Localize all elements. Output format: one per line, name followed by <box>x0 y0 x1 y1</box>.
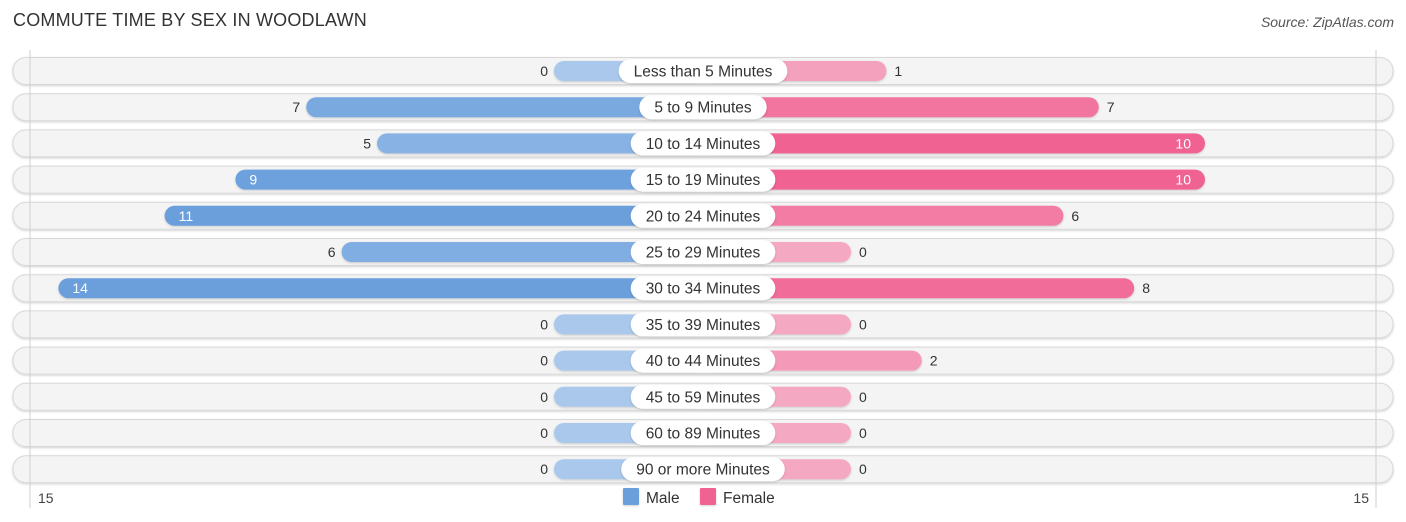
value-label-male: 5 <box>363 135 371 151</box>
value-label-male: 0 <box>540 461 548 477</box>
bar-male <box>58 278 703 299</box>
bar-female <box>703 133 1205 154</box>
rows-layer <box>12 57 1394 484</box>
value-label-male: 7 <box>292 99 300 115</box>
legend-label-male: Male <box>646 490 680 507</box>
value-label-male: 11 <box>179 208 194 224</box>
value-label-male: 0 <box>540 316 548 332</box>
category-label: Less than 5 Minutes <box>634 64 773 81</box>
value-label-male: 9 <box>249 172 257 188</box>
value-label-male: 0 <box>540 353 548 369</box>
bar-male <box>164 205 704 226</box>
value-label-female: 2 <box>930 353 938 369</box>
value-label-female: 0 <box>859 389 867 405</box>
category-label: 20 to 24 Minutes <box>646 208 761 225</box>
category-label: 40 to 44 Minutes <box>646 353 761 370</box>
value-label-female: 8 <box>1142 280 1150 296</box>
value-label-female: 0 <box>859 316 867 332</box>
bar-female <box>703 169 1205 190</box>
value-label-female: 10 <box>1175 172 1191 188</box>
value-label-female: 0 <box>859 461 867 477</box>
value-label-male: 14 <box>72 280 88 296</box>
value-label-female: 1 <box>894 63 902 79</box>
axis-right-label: 15 <box>1353 490 1369 506</box>
value-label-male: 0 <box>540 389 548 405</box>
category-label: 5 to 9 Minutes <box>654 100 752 117</box>
category-label: 60 to 89 Minutes <box>646 426 761 443</box>
marks-layer: 0 1 Less than 5 Minutes 7 7 5 to 9 Minutes 5 10… <box>58 59 1205 482</box>
category-label: 35 to 39 Minutes <box>646 317 761 334</box>
category-label: 30 to 34 Minutes <box>646 281 761 298</box>
value-label-female: 10 <box>1175 135 1191 151</box>
category-label: 90 or more Minutes <box>636 462 770 479</box>
legend-swatch-female <box>700 488 716 505</box>
value-label-male: 6 <box>328 244 336 260</box>
category-label: 45 to 59 Minutes <box>646 389 761 406</box>
value-label-male: 0 <box>540 63 548 79</box>
value-label-female: 0 <box>859 244 867 260</box>
category-label: 10 to 14 Minutes <box>646 136 761 153</box>
axis-left-label: 15 <box>38 490 54 506</box>
category-label: 25 to 29 Minutes <box>646 245 761 262</box>
legend-label-female: Female <box>723 490 775 507</box>
value-label-female: 6 <box>1071 208 1079 224</box>
chart: 0 1 Less than 5 Minutes 7 7 5 to 9 Minutes 5 10… <box>12 50 1394 508</box>
value-label-female: 0 <box>859 425 867 441</box>
value-label-female: 7 <box>1107 99 1115 115</box>
category-label: 15 to 19 Minutes <box>646 172 761 189</box>
value-label-male: 0 <box>540 425 548 441</box>
legend: Male Female <box>623 488 775 507</box>
legend-swatch-male <box>623 488 639 505</box>
